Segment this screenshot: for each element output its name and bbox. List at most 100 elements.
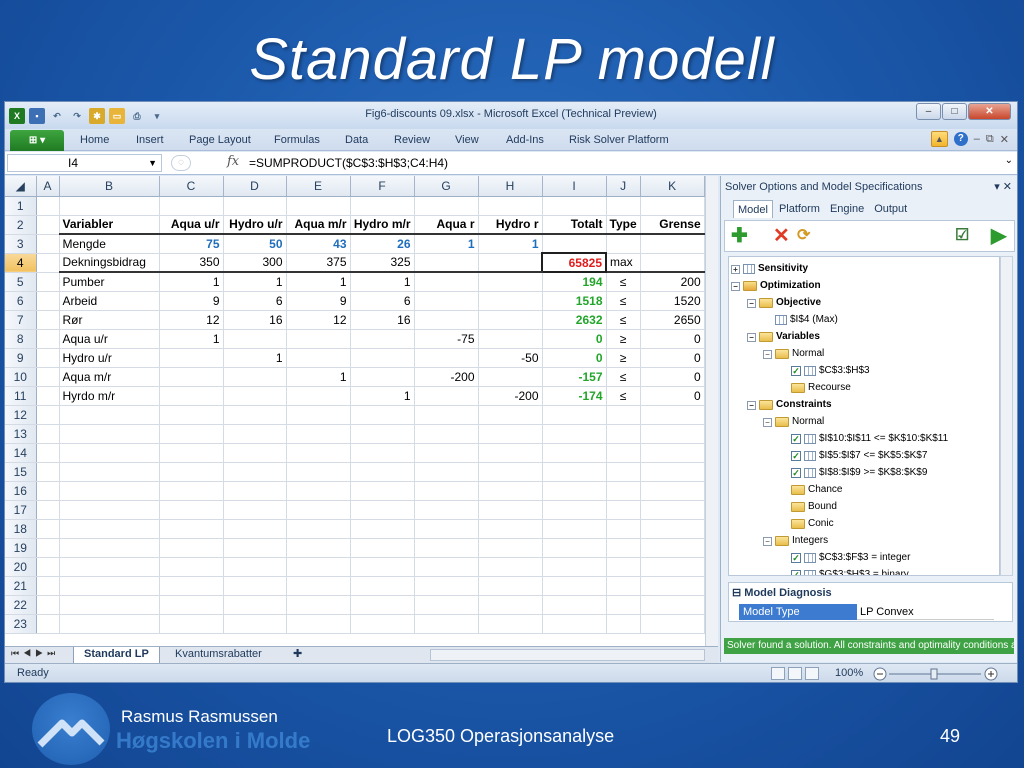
cell[interactable] — [640, 500, 705, 520]
cell[interactable]: -200 — [478, 386, 543, 406]
cell[interactable] — [159, 367, 224, 387]
cell[interactable]: 0 — [640, 329, 705, 349]
cell[interactable]: Rør — [59, 310, 160, 330]
cell[interactable]: Hydro u/r — [59, 348, 160, 368]
tree-node[interactable]: ✓ $I$5:$I$7 <= $K$5:$K$7 — [779, 448, 927, 464]
cell[interactable] — [640, 557, 705, 577]
cell[interactable] — [414, 481, 479, 501]
cell[interactable]: 325 — [350, 253, 415, 273]
column-header[interactable]: H — [478, 176, 543, 197]
column-header[interactable]: I — [542, 176, 607, 197]
tree-node[interactable]: ✓ $C$3:$H$3 — [779, 363, 870, 379]
cell[interactable]: max — [606, 253, 641, 273]
cell[interactable] — [350, 424, 415, 444]
collapse-icon[interactable]: − — [763, 536, 772, 546]
cell[interactable] — [159, 386, 224, 406]
cell[interactable] — [606, 595, 641, 615]
cell[interactable] — [478, 576, 543, 596]
cell-table[interactable]: ◢ A B C D E F G H I J K 1 2 Variabler Aqua u/r Hydro u/… — [5, 176, 705, 634]
cell[interactable] — [606, 462, 641, 482]
cell[interactable] — [286, 462, 351, 482]
cell[interactable]: 50 — [223, 234, 287, 254]
tree-node[interactable]: Conic — [779, 516, 834, 532]
cell[interactable]: Aqua m/r — [59, 367, 160, 387]
tab-model[interactable]: Model — [733, 200, 773, 218]
cell[interactable]: 1 — [223, 348, 287, 368]
cell[interactable] — [59, 424, 160, 444]
cell[interactable] — [640, 481, 705, 501]
cell[interactable]: -50 — [478, 348, 543, 368]
collapse-icon[interactable]: − — [747, 298, 756, 308]
row-header[interactable]: 21 — [5, 576, 37, 596]
column-header[interactable]: D — [223, 176, 287, 197]
tab-risk-solver-platform[interactable]: Risk Solver Platform — [569, 134, 669, 146]
cell[interactable] — [286, 614, 351, 634]
tab-engine[interactable]: Engine — [826, 200, 868, 218]
cell[interactable]: Type — [606, 215, 641, 235]
cell[interactable] — [36, 234, 60, 254]
cell[interactable] — [159, 443, 224, 463]
cell[interactable] — [36, 348, 60, 368]
row-header[interactable]: 11 — [5, 386, 37, 406]
cell[interactable] — [542, 443, 607, 463]
cell[interactable] — [159, 614, 224, 634]
cell[interactable]: Hydro r — [478, 215, 543, 235]
cell[interactable] — [478, 481, 543, 501]
cell[interactable]: ≤ — [606, 386, 641, 406]
cell[interactable] — [36, 386, 60, 406]
checkbox-checked-icon[interactable]: ✓ — [791, 434, 801, 444]
cell[interactable]: 16 — [223, 310, 287, 330]
cell[interactable]: 9 — [159, 291, 224, 311]
cell[interactable] — [286, 424, 351, 444]
tree-node[interactable]: − Objective — [747, 295, 821, 311]
tree-node[interactable]: Recourse — [779, 380, 851, 396]
cell[interactable]: -174 — [542, 386, 607, 406]
cell[interactable] — [36, 310, 60, 330]
row-header[interactable]: 13 — [5, 424, 37, 444]
cell[interactable] — [286, 538, 351, 558]
cell[interactable] — [36, 519, 60, 539]
cell[interactable] — [223, 595, 287, 615]
tab-add-ins[interactable]: Add-Ins — [506, 134, 544, 146]
row-header[interactable]: 18 — [5, 519, 37, 539]
cell[interactable] — [36, 443, 60, 463]
page-break-view-icon[interactable] — [805, 667, 819, 680]
cell[interactable]: 1 — [478, 234, 543, 254]
page-layout-view-icon[interactable] — [788, 667, 802, 680]
checkbox-checked-icon[interactable]: ✓ — [791, 553, 801, 563]
cell[interactable]: 65825 — [541, 252, 607, 273]
cell[interactable] — [478, 310, 543, 330]
cell[interactable] — [286, 557, 351, 577]
insert-sheet-icon[interactable]: ✚ — [283, 647, 312, 663]
cell[interactable] — [59, 443, 160, 463]
cell[interactable] — [223, 424, 287, 444]
ribbon-collapse-icon[interactable]: ▲ — [930, 131, 948, 147]
row-header[interactable]: 16 — [5, 481, 37, 501]
cell[interactable] — [59, 557, 160, 577]
collapse-icon[interactable]: − — [747, 400, 756, 410]
cell[interactable]: 194 — [542, 272, 607, 292]
row-header[interactable]: 6 — [5, 291, 37, 311]
cell[interactable] — [414, 424, 479, 444]
cell[interactable]: 0 — [640, 348, 705, 368]
cell[interactable] — [478, 614, 543, 634]
cell[interactable] — [159, 481, 224, 501]
cell[interactable] — [350, 329, 415, 349]
cell[interactable] — [414, 443, 479, 463]
tree-node[interactable]: − Optimization — [731, 278, 821, 294]
cell[interactable] — [223, 481, 287, 501]
cell[interactable] — [414, 614, 479, 634]
cell[interactable] — [223, 614, 287, 634]
cell[interactable] — [36, 367, 60, 387]
cell[interactable] — [478, 538, 543, 558]
cell[interactable] — [223, 576, 287, 596]
tab-insert[interactable]: Insert — [136, 134, 164, 146]
cell[interactable] — [414, 557, 479, 577]
cell[interactable] — [286, 443, 351, 463]
cell[interactable]: Aqua u/r — [159, 215, 224, 235]
row-header[interactable]: 22 — [5, 595, 37, 615]
tab-output[interactable]: Output — [870, 200, 911, 218]
cell[interactable] — [640, 614, 705, 634]
cell[interactable] — [36, 405, 60, 425]
cell[interactable] — [59, 481, 160, 501]
